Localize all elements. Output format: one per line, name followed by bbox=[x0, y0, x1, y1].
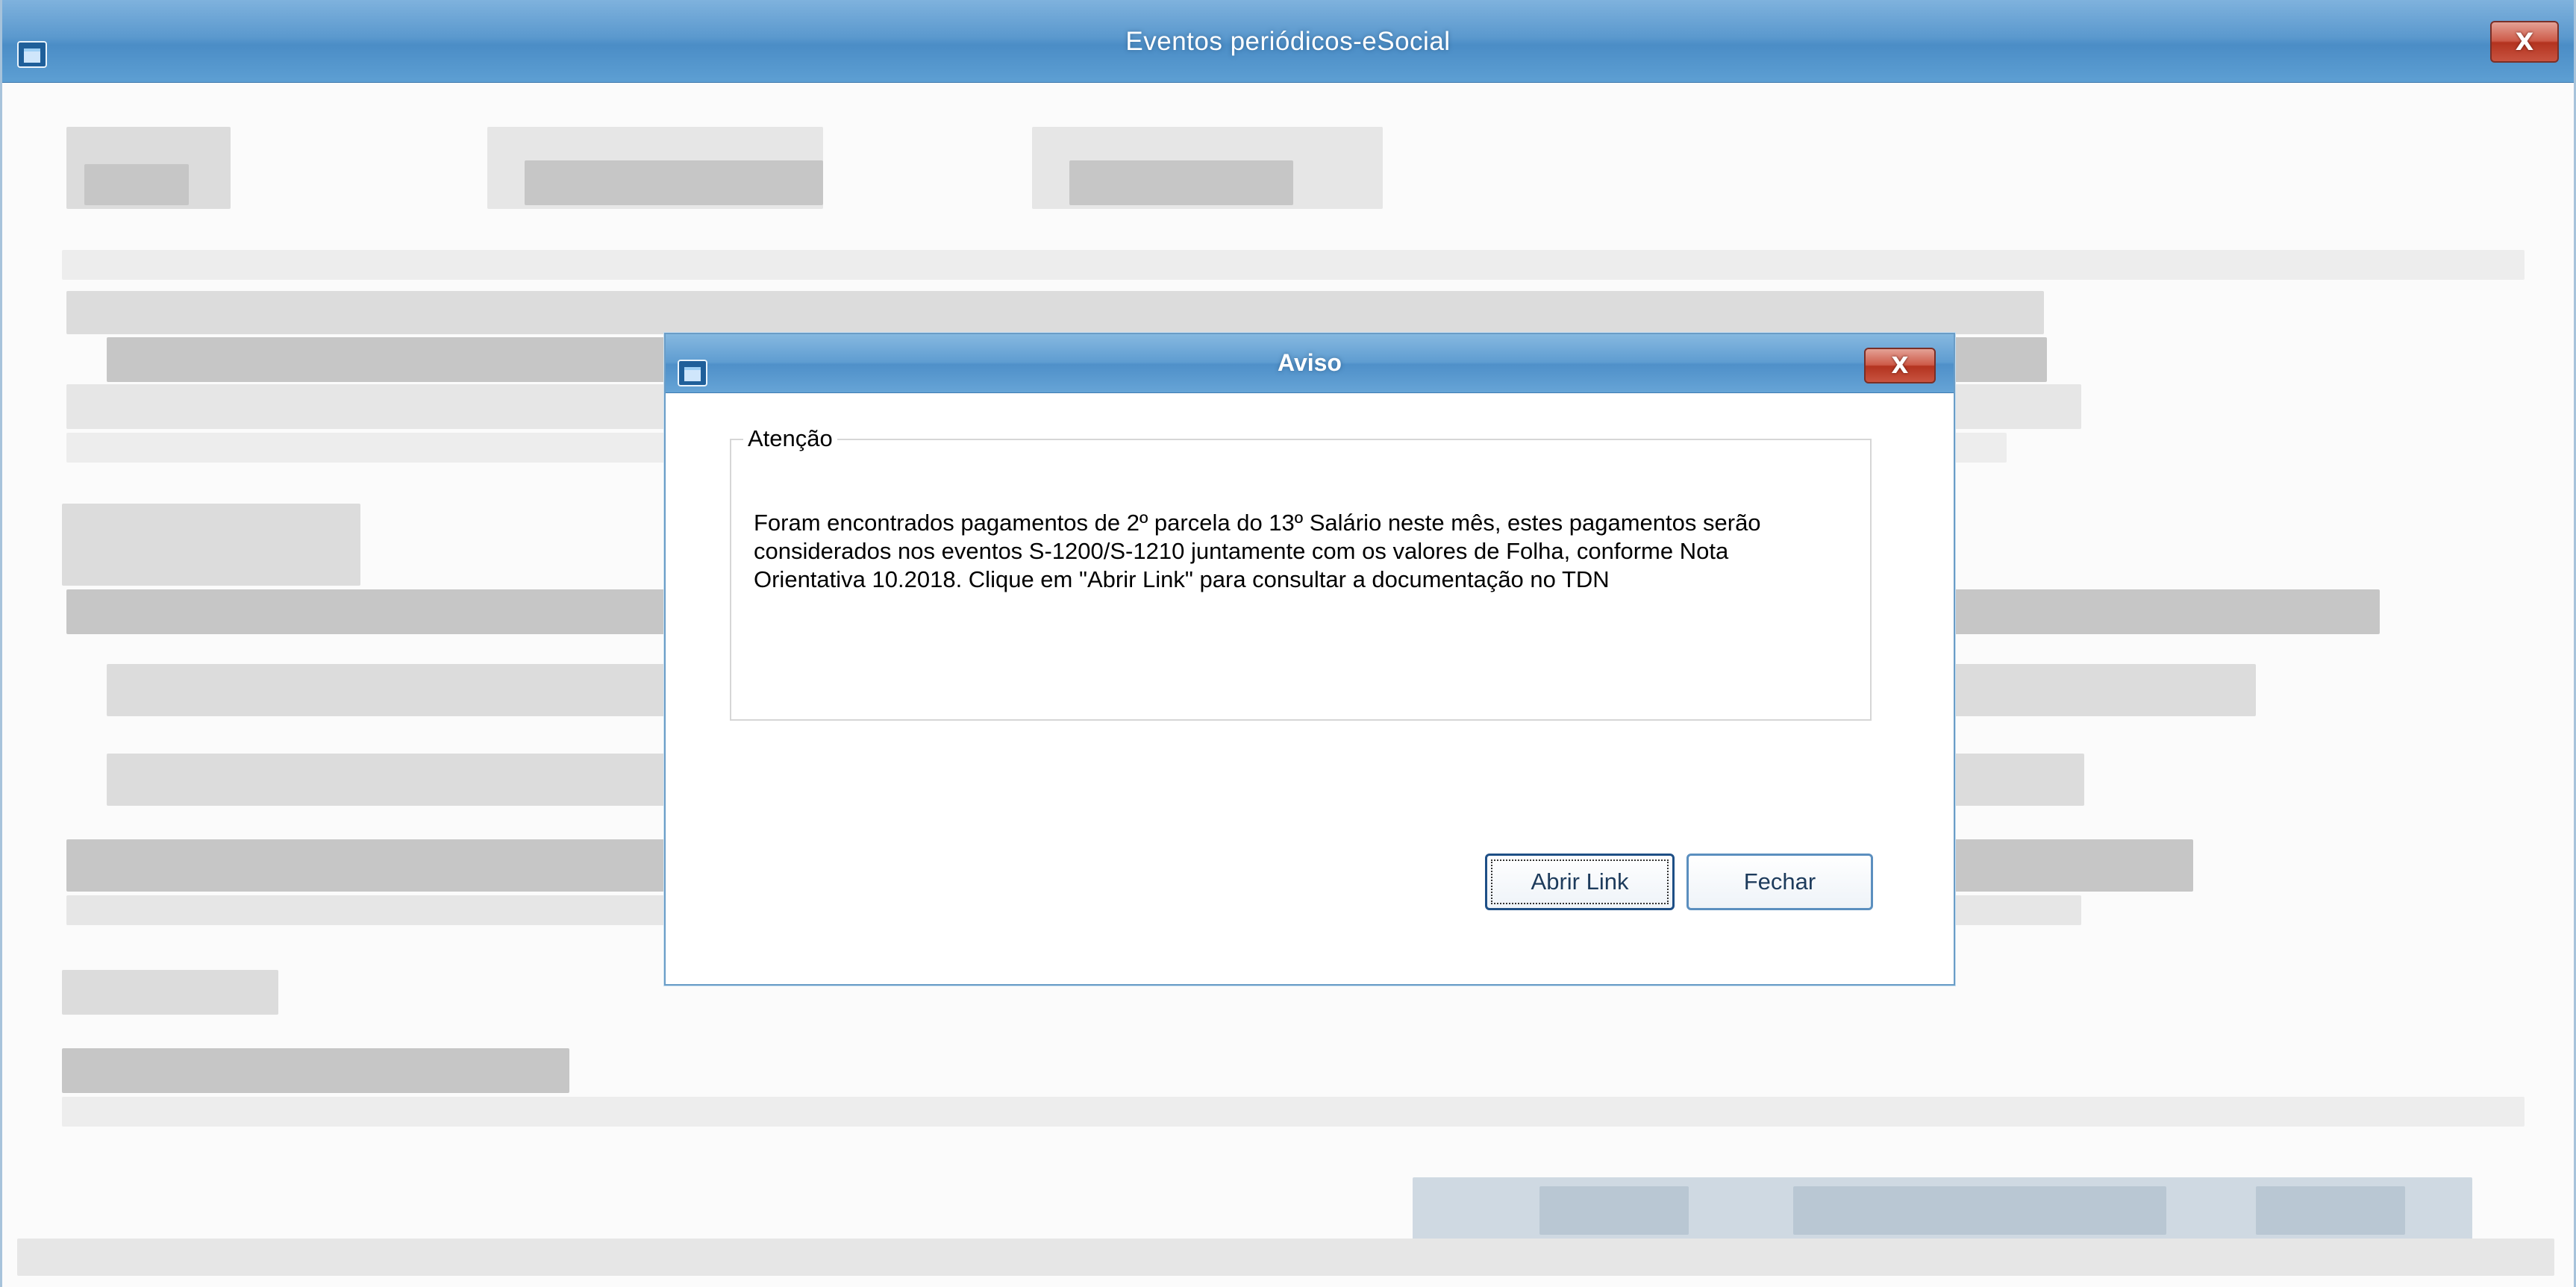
close-icon[interactable]: X bbox=[1864, 348, 1936, 383]
close-icon[interactable]: X bbox=[2490, 21, 2559, 63]
group-label: Atenção bbox=[743, 425, 837, 452]
main-titlebar[interactable]: Eventos periódicos-eSocial X bbox=[2, 0, 2574, 83]
message-text: Foram encontrados pagamentos de 2º parce… bbox=[754, 510, 1761, 592]
close-button[interactable]: Fechar bbox=[1686, 854, 1873, 910]
attention-group: Atenção Foram encontrados pagamentos de … bbox=[730, 425, 1872, 721]
warning-dialog: Aviso X Atenção Foram encontrados pagame… bbox=[664, 333, 1955, 986]
window-title: Eventos periódicos-eSocial bbox=[1125, 27, 1451, 56]
dialog-title: Aviso bbox=[1278, 349, 1342, 376]
open-link-button[interactable]: Abrir Link bbox=[1485, 854, 1675, 910]
dialog-titlebar[interactable]: Aviso X bbox=[666, 334, 1954, 393]
